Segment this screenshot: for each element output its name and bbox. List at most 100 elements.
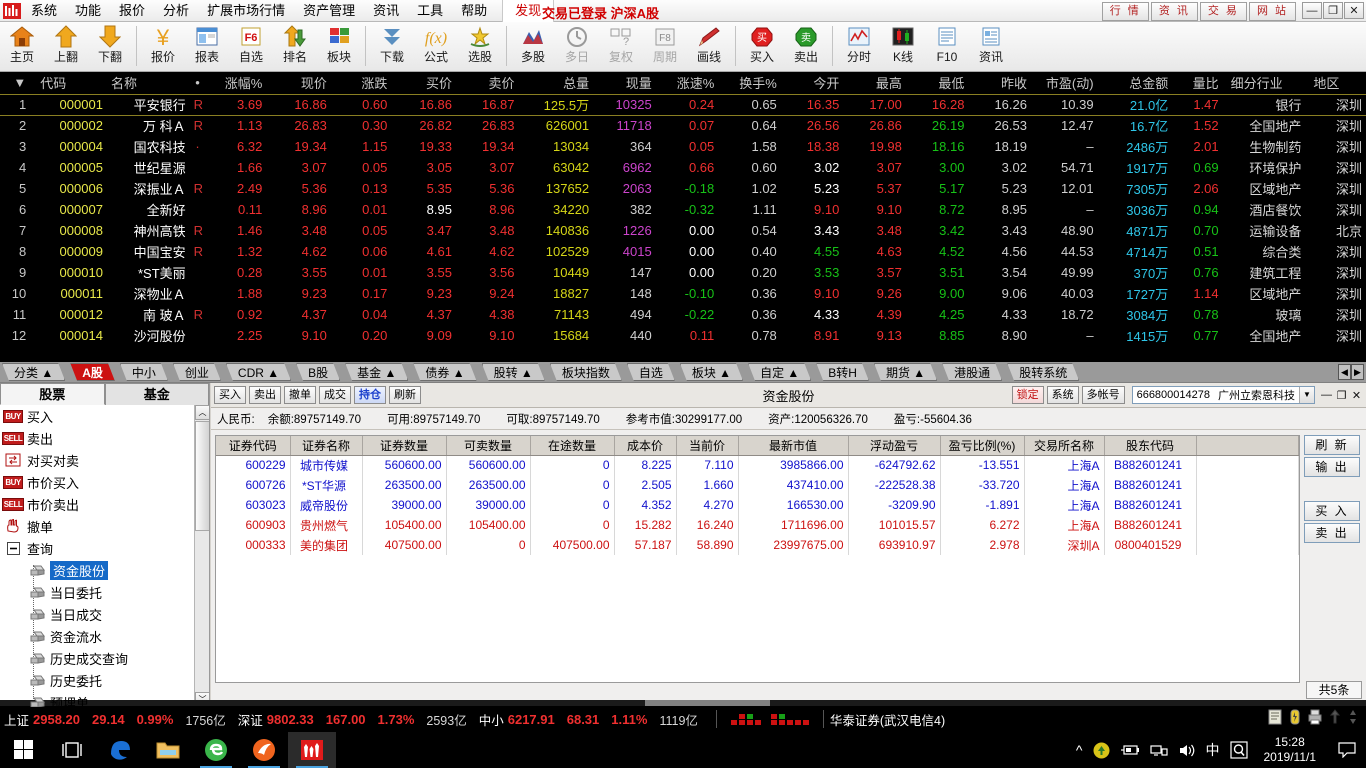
sidebar-item-8[interactable]: 当日委托 (0, 581, 209, 603)
toolbar-download[interactable]: 下载 (370, 24, 414, 70)
toolbar-multistock[interactable]: 多股 (511, 24, 555, 70)
qh-sort[interactable]: ▼ (0, 72, 30, 94)
quote-table-panel[interactable]: ▼ 代码 名称 • 涨幅% 现价 涨跌 买价 卖价 总量 现量 涨速% 换手% … (0, 72, 1366, 360)
toolbar-page-down[interactable]: 下翻 (88, 24, 132, 70)
category-tab-11[interactable]: 板块 ▲ (680, 363, 743, 381)
maximize-button[interactable]: ❐ (1323, 2, 1343, 19)
qh-low[interactable]: 最低 (906, 72, 969, 94)
battery-icon[interactable] (1120, 743, 1140, 757)
network-icon[interactable] (1150, 743, 1168, 758)
category-tab-3[interactable]: 创业 (173, 363, 221, 381)
side-buy-button[interactable]: 买 入 (1304, 501, 1360, 521)
trade-btn-lock[interactable]: 锁定 (1012, 386, 1044, 404)
menu-item-0[interactable]: 系统 (22, 0, 66, 22)
quote-row[interactable]: 5000006深振业ＡR2.495.360.135.355.3613765220… (0, 178, 1366, 199)
hh-exchange[interactable]: 交易所名称 (1024, 436, 1104, 455)
doc-icon[interactable] (1268, 709, 1282, 730)
export-button[interactable]: 输 出 (1304, 457, 1360, 477)
hh-code[interactable]: 证券代码 (216, 436, 290, 455)
close-button[interactable]: ✕ (1344, 2, 1364, 19)
category-tab-15[interactable]: 港股通 (942, 363, 1002, 381)
update-icon[interactable] (1093, 742, 1110, 759)
toolbar-news[interactable]: 资讯 (969, 24, 1013, 70)
qh-volratio[interactable]: 量比 (1172, 72, 1222, 94)
qh-name[interactable]: 名称 (107, 72, 190, 94)
category-tab-7[interactable]: 债券 ▲ (413, 363, 476, 381)
sidebar-item-5[interactable]: 撤单 (0, 515, 209, 537)
qh-chg[interactable]: 涨幅% (204, 72, 267, 94)
category-tab-16[interactable]: 股转系统 (1007, 363, 1079, 381)
trade-btn-multiaccount[interactable]: 多帐号 (1082, 386, 1125, 404)
toolbar-blocks[interactable]: 板块 (317, 24, 361, 70)
battery-status-icon[interactable] (1289, 709, 1301, 730)
toolbar-buy[interactable]: 买 买入 (740, 24, 784, 70)
menu-item-2[interactable]: 报价 (110, 0, 154, 22)
qh-high[interactable]: 最高 (843, 72, 906, 94)
qh-open[interactable]: 今开 (781, 72, 844, 94)
sidebar-item-9[interactable]: 当日成交 (0, 603, 209, 625)
category-tab-10[interactable]: 自选 (627, 363, 675, 381)
start-icon[interactable] (0, 732, 48, 768)
holdings-row[interactable]: 603023威帝股份39000.0039000.0004.3524.270166… (216, 495, 1299, 515)
category-nav-right[interactable]: ▶ (1351, 364, 1364, 380)
trade-btn-deals[interactable]: 成交 (319, 386, 351, 404)
ime-icon[interactable]: 中 (1206, 740, 1220, 760)
qh-pe[interactable]: 市盈(动) (1031, 72, 1098, 94)
window-tab-quotes[interactable]: 行 情 (1102, 2, 1149, 21)
quote-row[interactable]: 4000005世纪星源1.663.070.053.053.07630426962… (0, 157, 1366, 178)
menu-item-1[interactable]: 功能 (66, 0, 110, 22)
trade-close-button[interactable]: ✕ (1349, 389, 1364, 402)
qh-now[interactable]: 现量 (593, 72, 656, 94)
toolbar-report[interactable]: 报表 (185, 24, 229, 70)
toolbar-pickstock[interactable]: 选股 (458, 24, 502, 70)
category-tab-13[interactable]: B转H (816, 363, 869, 381)
holdings-row[interactable]: 600903贵州燃气105400.00105400.00015.28216.24… (216, 515, 1299, 535)
search-q-icon[interactable] (1230, 741, 1248, 759)
sidebar-item-10[interactable]: 资金流水 (0, 625, 209, 647)
qh-amount[interactable]: 总金额 (1098, 72, 1173, 94)
category-nav-buttons[interactable]: ◀ ▶ (1338, 364, 1364, 380)
sidebar-item-4[interactable]: SELL市价卖出 (0, 493, 209, 515)
toolbar-watchlist[interactable]: F6 自选 (229, 24, 273, 70)
trade-btn-system[interactable]: 系统 (1047, 386, 1079, 404)
minimize-button[interactable]: — (1302, 2, 1322, 19)
holdings-row[interactable]: 600229城市传媒560600.00560600.0008.2257.1103… (216, 455, 1299, 475)
stock-app-icon[interactable] (288, 732, 336, 768)
hh-qty[interactable]: 证券数量 (362, 436, 446, 455)
menu-item-6[interactable]: 资讯 (364, 0, 408, 22)
qh-prevclose[interactable]: 昨收 (968, 72, 1031, 94)
quote-row[interactable]: 2000002万 科ＡR1.1326.830.3026.8226.8362600… (0, 115, 1366, 136)
menu-item-8[interactable]: 帮助 (452, 0, 496, 22)
qh-speed[interactable]: 涨速% (656, 72, 719, 94)
notification-icon[interactable] (1332, 742, 1362, 758)
category-tab-1[interactable]: A股 (70, 363, 115, 381)
hh-pnl[interactable]: 浮动盈亏 (848, 436, 940, 455)
toolbar-sell[interactable]: 卖 卖出 (784, 24, 828, 70)
menu-item-3[interactable]: 分析 (154, 0, 198, 22)
sidebar-item-11[interactable]: 历史成交查询 (0, 647, 209, 669)
quote-row[interactable]: 12000014沙河股份2.259.100.209.099.1015684440… (0, 325, 1366, 346)
toolbar-formula[interactable]: f(x) 公式 (414, 24, 458, 70)
quote-row[interactable]: 11000012南 玻ＡR0.924.370.044.374.387114349… (0, 304, 1366, 325)
hh-cost[interactable]: 成本价 (614, 436, 676, 455)
hh-value[interactable]: 最新市值 (738, 436, 848, 455)
menu-item-7[interactable]: 工具 (408, 0, 452, 22)
toolbar-page-up[interactable]: 上翻 (44, 24, 88, 70)
category-nav-left[interactable]: ◀ (1338, 364, 1351, 380)
refresh-button[interactable]: 刷 新 (1304, 435, 1360, 455)
category-tab-5[interactable]: B股 (296, 363, 340, 381)
printer-icon[interactable] (1308, 709, 1322, 730)
holdings-table-container[interactable]: 证券代码 证券名称 证券数量 可卖数量 在途数量 成本价 当前价 最新市值 浮动… (215, 435, 1300, 683)
quote-row[interactable]: 1000001平安银行R3.6916.860.6016.8616.87125.5… (0, 94, 1366, 115)
taskbar-clock[interactable]: 15:28 2019/11/1 (1258, 735, 1323, 765)
sidebar-item-3[interactable]: BUY市价买入 (0, 471, 209, 493)
quote-row[interactable]: 9000010*ST美丽0.283.550.013.553.5610449147… (0, 262, 1366, 283)
side-sell-button[interactable]: 卖 出 (1304, 523, 1360, 543)
quote-row[interactable]: 6000007全新好0.118.960.018.958.9634220382-0… (0, 199, 1366, 220)
trade-btn-sell[interactable]: 卖出 (249, 386, 281, 404)
sidebar-tab-fund[interactable]: 基金 (105, 383, 210, 405)
toolbar-period[interactable]: F8 周期 (643, 24, 687, 70)
edge-icon[interactable] (96, 732, 144, 768)
hh-sellable[interactable]: 可卖数量 (446, 436, 530, 455)
volume-icon[interactable] (1178, 743, 1196, 758)
